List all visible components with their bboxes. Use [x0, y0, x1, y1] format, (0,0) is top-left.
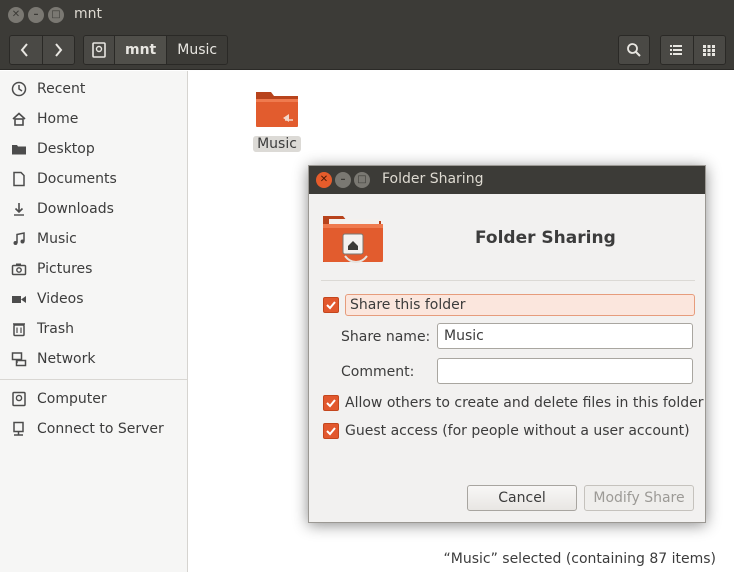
sidebar-item-music[interactable]: Music: [0, 224, 187, 254]
share-name-input[interactable]: [437, 323, 693, 349]
cancel-button[interactable]: Cancel: [467, 485, 577, 511]
shared-folder-icon: [256, 92, 298, 127]
sidebar-item-network[interactable]: Network: [0, 344, 187, 374]
status-bar-text: “Music” selected (containing 87 items): [443, 551, 716, 567]
list-view-icon: [670, 45, 682, 55]
chevron-right-icon: [55, 43, 63, 57]
dialog-maximize-button[interactable]: □: [354, 172, 370, 188]
places-sidebar: Recent Home Desktop Documents Downloads …: [0, 71, 188, 572]
nav-button-group: [9, 35, 75, 65]
sidebar-item-label: Downloads: [37, 201, 114, 217]
grid-view-icon: [703, 45, 715, 56]
chevron-left-icon: [20, 43, 28, 57]
sidebar-item-label: Home: [37, 111, 79, 127]
guest-access-checkbox[interactable]: [323, 423, 339, 439]
modify-share-button[interactable]: Modify Share: [584, 485, 694, 511]
checkmark-icon: [326, 399, 336, 408]
path-segment-music[interactable]: Music: [166, 36, 228, 64]
dialog-close-button[interactable]: ✕: [316, 172, 332, 188]
comment-label: Comment:: [341, 364, 415, 380]
dialog-heading: Folder Sharing: [475, 228, 616, 248]
allow-others-checkbox-row[interactable]: Allow others to create and delete files …: [323, 392, 704, 414]
sidebar-item-documents[interactable]: Documents: [0, 164, 187, 194]
sidebar-item-label: Desktop: [37, 141, 95, 157]
sidebar-item-label: Pictures: [37, 261, 93, 277]
sidebar-item-videos[interactable]: Videos: [0, 284, 187, 314]
sidebar-item-label: Documents: [37, 171, 117, 187]
checkmark-icon: [326, 301, 336, 310]
sidebar-item-recent[interactable]: Recent: [0, 74, 187, 104]
document-icon: [10, 170, 28, 188]
folder-label: Music: [253, 136, 301, 152]
folder-share-icon: [323, 216, 383, 263]
checkmark-icon: [326, 427, 336, 436]
folder-sharing-dialog: ✕ – □ Folder Sharing Folder Sharing Shar…: [308, 165, 706, 523]
window-close-button[interactable]: ✕: [8, 7, 24, 23]
window-titlebar: ✕ – □ mnt: [0, 0, 734, 30]
comment-input[interactable]: [437, 358, 693, 384]
allow-others-checkbox[interactable]: [323, 395, 339, 411]
sidebar-item-home[interactable]: Home: [0, 104, 187, 134]
sidebar-item-trash[interactable]: Trash: [0, 314, 187, 344]
back-button[interactable]: [10, 36, 42, 64]
list-view-button[interactable]: [661, 36, 693, 64]
sidebar-item-label: Connect to Server: [37, 421, 164, 437]
share-folder-checkbox-row[interactable]: Share this folder: [323, 294, 695, 316]
sidebar-item-computer[interactable]: Computer: [0, 384, 187, 414]
clock-icon: [10, 80, 28, 98]
header-toolbar: mnt Music: [0, 30, 734, 70]
share-name-label: Share name:: [341, 329, 431, 345]
download-icon: [10, 200, 28, 218]
folder-item-music[interactable]: Music: [252, 86, 302, 152]
window-minimize-button[interactable]: –: [28, 7, 44, 23]
sidebar-item-label: Computer: [37, 391, 107, 407]
search-icon: [627, 43, 641, 57]
path-segment-mnt[interactable]: mnt: [114, 36, 167, 64]
music-note-icon: [10, 230, 28, 248]
sidebar-item-label: Trash: [37, 321, 74, 337]
sidebar-item-connect-to-server[interactable]: Connect to Server: [0, 414, 187, 444]
network-icon: [10, 350, 28, 368]
forward-button[interactable]: [42, 36, 74, 64]
trash-icon: [10, 320, 28, 338]
allow-others-label: Allow others to create and delete files …: [345, 395, 704, 411]
sidebar-item-downloads[interactable]: Downloads: [0, 194, 187, 224]
search-button[interactable]: [618, 35, 650, 65]
path-root-button[interactable]: [84, 36, 114, 64]
dialog-title: Folder Sharing: [382, 171, 484, 187]
desktop-folder-icon: [10, 140, 28, 158]
guest-access-label: Guest access (for people without a user …: [345, 423, 690, 439]
share-folder-checkbox[interactable]: [323, 297, 339, 313]
view-toggle-group: [660, 35, 726, 65]
path-bar: mnt Music: [83, 35, 229, 65]
grid-view-button[interactable]: [693, 36, 725, 64]
home-icon: [10, 110, 28, 128]
dialog-minimize-button[interactable]: –: [335, 172, 351, 188]
sidebar-item-pictures[interactable]: Pictures: [0, 254, 187, 284]
dialog-titlebar: ✕ – □ Folder Sharing: [309, 166, 705, 194]
sidebar-item-desktop[interactable]: Desktop: [0, 134, 187, 164]
window-title: mnt: [74, 6, 102, 22]
window-maximize-button[interactable]: □: [48, 7, 64, 23]
sidebar-item-label: Videos: [37, 291, 84, 307]
drive-icon: [10, 390, 28, 408]
drive-icon: [92, 42, 106, 58]
sidebar-item-label: Network: [37, 351, 96, 367]
share-folder-label: Share this folder: [345, 294, 695, 316]
sidebar-item-label: Recent: [37, 81, 86, 97]
dialog-separator: [321, 280, 695, 281]
video-icon: [10, 290, 28, 308]
sidebar-item-label: Music: [37, 231, 77, 247]
camera-icon: [10, 260, 28, 278]
server-icon: [10, 420, 28, 438]
sidebar-separator: [0, 379, 187, 380]
guest-access-checkbox-row[interactable]: Guest access (for people without a user …: [323, 420, 690, 442]
